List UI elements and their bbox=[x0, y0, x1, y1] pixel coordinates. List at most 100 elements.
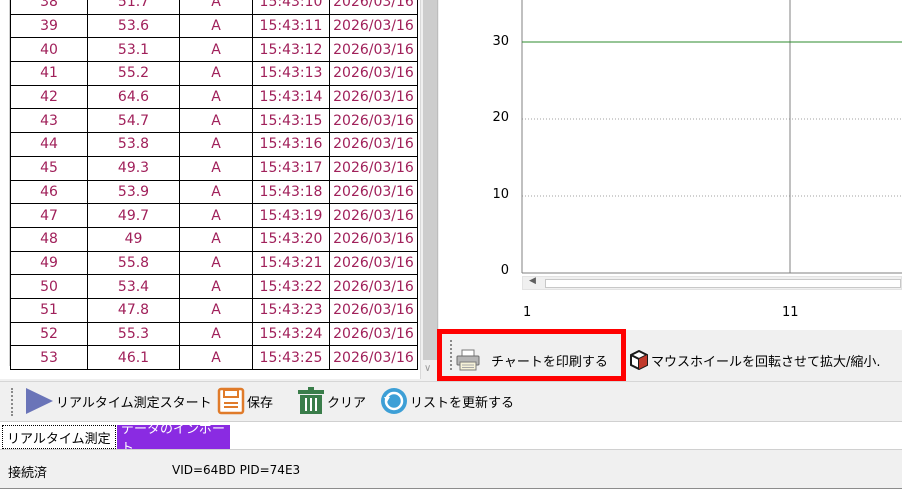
table-row[interactable]: 52 55.3 A 15:43:24 2026/03/16 bbox=[10, 321, 418, 347]
table-row[interactable]: 46 53.9 A 15:43:18 2026/03/16 bbox=[10, 179, 418, 205]
table-cell: 2026/03/16 bbox=[329, 61, 418, 86]
floppy-save-icon bbox=[217, 387, 245, 415]
table-cell: 46 bbox=[10, 179, 88, 205]
table-row[interactable]: 38 51.7 A 15:43:10 2026/03/16 bbox=[10, 0, 418, 15]
table-cell: 48 bbox=[10, 226, 88, 252]
chart-panel: 30 20 10 0 ◀ 1 11 bbox=[439, 0, 902, 330]
x-tick-label: 11 bbox=[782, 305, 799, 320]
table-cell: 15:43:23 bbox=[252, 297, 330, 323]
table-cell: 51 bbox=[10, 297, 88, 323]
table-row[interactable]: 50 53.4 A 15:43:22 2026/03/16 bbox=[10, 274, 418, 299]
table-row[interactable]: 53 46.1 A 15:43:25 2026/03/16 bbox=[10, 345, 418, 370]
table-cell: A bbox=[179, 84, 253, 110]
print-chart-button[interactable]: チャートを印刷する bbox=[455, 348, 608, 372]
scroll-left-arrow-icon[interactable]: ◀ bbox=[529, 276, 536, 286]
table-cell: 55.3 bbox=[87, 321, 180, 347]
scroll-down-arrow-icon[interactable]: ∨ bbox=[424, 363, 431, 374]
table-cell: 15:43:10 bbox=[252, 0, 330, 15]
table-cell: A bbox=[179, 297, 253, 323]
table-cell: 15:43:14 bbox=[252, 84, 330, 110]
table-vertical-scrollbar[interactable]: ∨ bbox=[420, 0, 437, 379]
table-cell: 2026/03/16 bbox=[329, 345, 418, 370]
table-cell: 42 bbox=[10, 84, 88, 110]
table-cell: 38 bbox=[10, 0, 88, 15]
table-row[interactable]: 47 49.7 A 15:43:19 2026/03/16 bbox=[10, 203, 418, 228]
app-window: 38 51.7 A 15:43:10 2026/03/16 39 53.6 A 15:43:11… bbox=[0, 0, 902, 489]
x-tick-label: 1 bbox=[523, 305, 532, 320]
table-cell: 15:43:25 bbox=[252, 345, 330, 370]
table-cell: 2026/03/16 bbox=[329, 321, 418, 347]
status-bar: 接続済 VID=64BD PID=74E3 bbox=[0, 449, 902, 489]
table-row[interactable]: 39 53.6 A 15:43:11 2026/03/16 bbox=[10, 13, 418, 39]
toolbar-grip[interactable] bbox=[450, 340, 452, 370]
printer-icon bbox=[456, 349, 480, 371]
table-cell: 54.7 bbox=[87, 108, 180, 134]
table-cell: 2026/03/16 bbox=[329, 297, 418, 323]
save-button[interactable]: 保存 bbox=[217, 386, 273, 416]
toolbar-grip[interactable] bbox=[11, 388, 13, 416]
table-cell: A bbox=[179, 321, 253, 347]
table-cell: A bbox=[179, 13, 253, 39]
table-cell: 15:43:11 bbox=[252, 13, 330, 39]
table-cell: 15:43:22 bbox=[252, 274, 330, 299]
table-cell: 46.1 bbox=[87, 345, 180, 370]
table-cell: 15:43:15 bbox=[252, 108, 330, 134]
table-cell: 15:43:18 bbox=[252, 179, 330, 205]
chart-horizontal-scrollbar[interactable]: ◀ bbox=[522, 276, 902, 290]
table-cell: 47 bbox=[10, 203, 88, 228]
table-cell: 2026/03/16 bbox=[329, 250, 418, 276]
table-cell: 15:43:17 bbox=[252, 155, 330, 181]
table-cell: A bbox=[179, 108, 253, 134]
table-cell: 47.8 bbox=[87, 297, 180, 323]
chart-toolbar: チャートを印刷する マウスホイールを回転させて拡大/縮小. bbox=[439, 330, 902, 380]
table-row[interactable]: 40 53.1 A 15:43:12 2026/03/16 bbox=[10, 37, 418, 63]
clear-button[interactable]: クリア bbox=[297, 386, 366, 416]
table-cell: 49.3 bbox=[87, 155, 180, 181]
tab-bar: リアルタイム測定 データのインポート bbox=[0, 421, 902, 456]
table-cell: 39 bbox=[10, 13, 88, 39]
y-tick-label: 30 bbox=[492, 34, 509, 49]
table-cell: 52 bbox=[10, 321, 88, 347]
table-row[interactable]: 48 49 A 15:43:20 2026/03/16 bbox=[10, 226, 418, 252]
table-row[interactable]: 43 54.7 A 15:43:15 2026/03/16 bbox=[10, 108, 418, 134]
table-cell: A bbox=[179, 226, 253, 252]
realtime-start-button[interactable]: リアルタイム測定スタート bbox=[24, 386, 212, 416]
tab-data-import[interactable]: データのインポート bbox=[117, 422, 230, 456]
table-row[interactable]: 49 55.8 A 15:43:21 2026/03/16 bbox=[10, 250, 418, 276]
table-cell: 15:43:24 bbox=[252, 321, 330, 347]
table-cell: 64.6 bbox=[87, 84, 180, 110]
chart-scroll-thumb[interactable] bbox=[545, 279, 901, 288]
table-cell: 15:43:19 bbox=[252, 203, 330, 228]
table-row[interactable]: 42 64.6 A 15:43:14 2026/03/16 bbox=[10, 84, 418, 110]
trash-bin-icon bbox=[298, 387, 324, 414]
table-cell: A bbox=[179, 345, 253, 370]
cube-icon bbox=[630, 350, 648, 370]
table-scroll-thumb[interactable] bbox=[423, 0, 437, 360]
table-cell: 2026/03/16 bbox=[329, 37, 418, 63]
table-cell: 53.6 bbox=[87, 13, 180, 39]
table-row[interactable]: 45 49.3 A 15:43:17 2026/03/16 bbox=[10, 155, 418, 181]
table-cell: 55.8 bbox=[87, 250, 180, 276]
main-toolbar: リアルタイム測定スタート 保存 クリア リストを更新する bbox=[0, 381, 902, 421]
table-row[interactable]: 44 53.8 A 15:43:16 2026/03/16 bbox=[10, 132, 418, 157]
refresh-list-button[interactable]: リストを更新する bbox=[380, 386, 514, 416]
measurement-table-panel: 38 51.7 A 15:43:10 2026/03/16 39 53.6 A 15:43:11… bbox=[0, 0, 438, 379]
table-cell: 53.4 bbox=[87, 274, 180, 299]
table-row[interactable]: 41 55.2 A 15:43:13 2026/03/16 bbox=[10, 61, 418, 86]
table-cell: 15:43:21 bbox=[252, 250, 330, 276]
table-cell: 40 bbox=[10, 37, 88, 63]
table-cell: 2026/03/16 bbox=[329, 226, 418, 252]
table-cell: 53 bbox=[10, 345, 88, 370]
y-tick-label: 0 bbox=[500, 263, 509, 278]
table-cell: A bbox=[179, 250, 253, 276]
table-cell: 41 bbox=[10, 61, 88, 86]
table-cell: 49.7 bbox=[87, 203, 180, 228]
refresh-list-label: リストを更新する bbox=[410, 395, 515, 411]
table-cell: 15:43:13 bbox=[252, 61, 330, 86]
table-row[interactable]: 51 47.8 A 15:43:23 2026/03/16 bbox=[10, 297, 418, 323]
table-cell: A bbox=[179, 155, 253, 181]
connection-status: 接続済 bbox=[8, 466, 48, 481]
tab-realtime-measurement[interactable]: リアルタイム測定 bbox=[2, 425, 116, 449]
table-cell: 2026/03/16 bbox=[329, 13, 418, 39]
row-header-strip[interactable] bbox=[0, 0, 10, 366]
